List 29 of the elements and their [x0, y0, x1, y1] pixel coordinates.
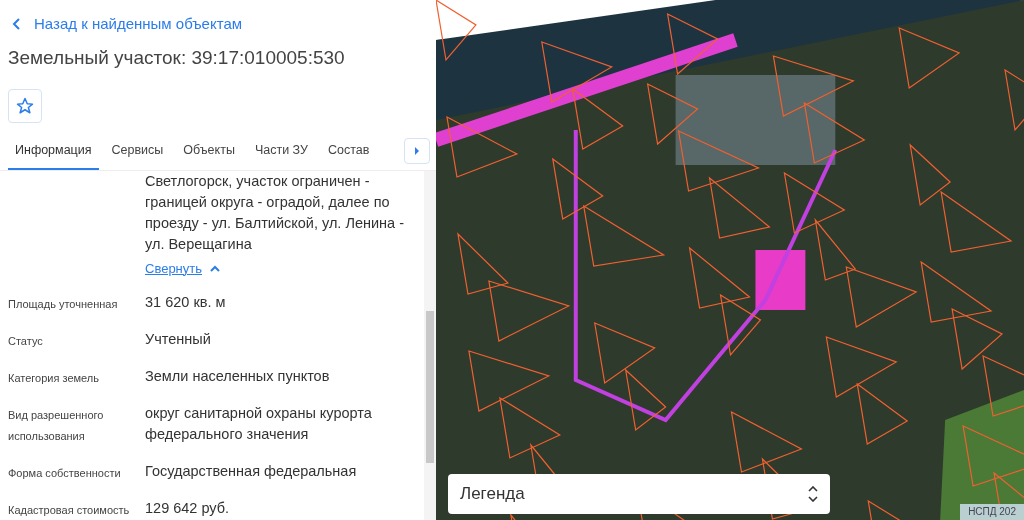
property-value: Государственная федеральная — [145, 462, 358, 481]
tab[interactable]: Объекты — [176, 140, 242, 170]
property-label: Статус — [8, 334, 44, 349]
property-value: Учтенный — [145, 330, 212, 349]
up-down-chevron-icon — [808, 486, 818, 502]
right-triangle-icon — [414, 146, 420, 155]
legend-dropdown[interactable]: Легенда — [448, 474, 830, 514]
tab[interactable]: Сервисы — [104, 140, 171, 170]
back-chevron-icon[interactable] — [12, 17, 22, 31]
property-label: Кадастровая стоимость — [8, 503, 131, 518]
property-label: Площадь уточненная — [8, 297, 119, 312]
property-value: 129 642 руб. — [145, 499, 231, 518]
tab[interactable]: Состав — [321, 140, 377, 170]
tab[interactable]: Информация — [8, 140, 99, 170]
property-value: округ санитарной охраны курорта федерального значения — [145, 404, 373, 444]
chevron-up-icon[interactable] — [210, 264, 220, 272]
scrollbar[interactable] — [424, 170, 436, 520]
property-value: Земли населенных пунктов — [145, 367, 331, 386]
map-attribution: НСПД 202 — [960, 504, 1024, 520]
collapse-link[interactable]: Свернуть — [145, 258, 202, 278]
property-label: Вид разрешенного использования — [8, 408, 105, 444]
back-link[interactable]: Назад к найденным объектам — [34, 12, 243, 36]
tab[interactable]: Части ЗУ — [247, 140, 315, 170]
property-value: 31 620 кв. м — [145, 293, 227, 312]
property-value: Светлогорск, участок ограничен - границей округа - оградой, далее по проезду - ул. Балтийской, ул. Ленина - ул. Верещагина — [145, 171, 406, 254]
page-title: Земельный участок: 39:17:010005:530 — [7, 46, 346, 70]
favorite-button[interactable] — [8, 88, 42, 123]
property-label: Форма собственности — [8, 466, 122, 481]
property-label: Категория земель — [8, 371, 100, 386]
